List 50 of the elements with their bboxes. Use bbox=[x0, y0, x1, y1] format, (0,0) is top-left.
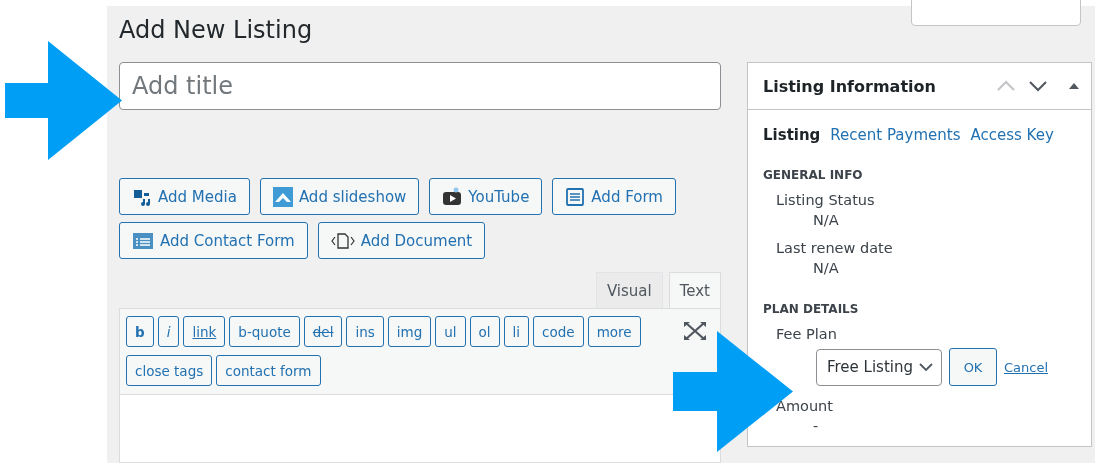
media-button[interactable]: Add Media bbox=[119, 178, 250, 215]
chevron-down-icon bbox=[919, 362, 933, 372]
title-field[interactable]: Add title bbox=[119, 62, 721, 110]
panel-controls-icon[interactable] bbox=[997, 79, 1079, 93]
section-heading: GENERAL INFO bbox=[763, 168, 864, 182]
media-button[interactable]: Add Contact Form bbox=[119, 222, 308, 259]
panel-tab[interactable]: Recent Payments bbox=[830, 126, 961, 144]
field-label: Last renew date bbox=[776, 240, 893, 256]
fullscreen-button[interactable] bbox=[682, 321, 708, 343]
cancel-link[interactable]: Cancel bbox=[1004, 359, 1049, 375]
quicktag-button[interactable]: contact form bbox=[216, 355, 321, 386]
media-button[interactable]: Add Form bbox=[552, 178, 676, 215]
field-label: Amount bbox=[776, 398, 833, 414]
quicktag-button[interactable]: li bbox=[503, 316, 530, 347]
quicktag-button[interactable]: i bbox=[157, 316, 180, 347]
form-icon bbox=[565, 186, 586, 207]
panel-tab[interactable]: Listing bbox=[763, 126, 821, 144]
quicktag-button[interactable]: code bbox=[533, 316, 584, 347]
ok-button[interactable]: OK bbox=[949, 348, 997, 386]
page-title: Add New Listing bbox=[119, 15, 314, 46]
quicktag-button[interactable]: close tags bbox=[126, 355, 213, 386]
quicktag-button[interactable]: more bbox=[587, 316, 641, 347]
media-button[interactable]: Add Document bbox=[317, 222, 486, 259]
quicktag-button[interactable]: del bbox=[303, 316, 343, 347]
panel-title: Listing Information bbox=[763, 76, 936, 96]
quicktag-button[interactable]: ol bbox=[469, 316, 500, 347]
field-value: N/A bbox=[813, 212, 839, 230]
field-label: Listing Status bbox=[776, 192, 875, 208]
quicktag-button[interactable]: ins bbox=[346, 316, 384, 347]
quicktag-button[interactable]: b bbox=[126, 316, 154, 347]
form-icon bbox=[132, 231, 154, 250]
field-value: N/A bbox=[813, 260, 839, 278]
fee-plan-select[interactable]: Free Listing bbox=[816, 348, 942, 386]
editor-tab[interactable]: Visual bbox=[595, 272, 663, 308]
quicktag-button[interactable]: img bbox=[387, 316, 432, 347]
quicktag-button[interactable]: link bbox=[183, 316, 226, 347]
quicktag-button[interactable]: b-quote bbox=[229, 316, 300, 347]
document-icon bbox=[330, 231, 355, 250]
media-button[interactable]: YouTube bbox=[429, 178, 543, 215]
panel-tab[interactable]: Access Key bbox=[970, 126, 1054, 144]
field-value: - bbox=[813, 418, 819, 436]
section-heading: PLAN DETAILS bbox=[763, 302, 860, 316]
editor-tab[interactable]: Text bbox=[668, 272, 721, 308]
editor-area[interactable] bbox=[119, 395, 721, 463]
video-icon bbox=[442, 186, 463, 207]
field-label: Fee Plan bbox=[776, 326, 837, 342]
media-button[interactable]: Add slideshow bbox=[259, 178, 420, 215]
arrow-icon bbox=[5, 41, 122, 160]
quicktag-button[interactable]: ul bbox=[435, 316, 466, 347]
mountain-icon bbox=[272, 186, 293, 207]
